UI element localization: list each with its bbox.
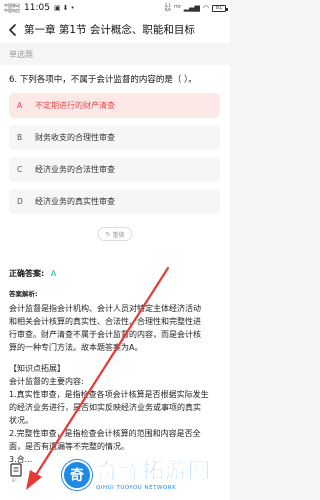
download-icon: ⬇	[62, 4, 69, 12]
question-card: 6. 下列各项中，不属于会计监督的内容的是（ ）。 A 不定期进行的财产清查 B…	[0, 65, 230, 265]
watermark: 奇 奇辉拓游网 QIHUI TUOYOU NETWORK	[62, 452, 230, 498]
analysis-line: 状况。	[9, 416, 33, 425]
analysis-gap	[9, 354, 219, 362]
page-title: 第一章 第1节 会计概念、职能和目标	[24, 24, 195, 36]
battery-icon: 81	[212, 4, 228, 12]
answer-sheet-label: 8/...	[11, 479, 21, 484]
answer-sheet-button[interactable]: 8/...	[8, 463, 24, 493]
watermark-text: 奇辉拓游网 QIHUI TUOYOU NETWORK	[96, 459, 211, 491]
answer-sheet-icon	[10, 463, 22, 477]
redo-label: 重做	[112, 231, 125, 239]
option-letter: D	[17, 197, 23, 206]
analysis-line: 会计监督的主要内容:	[9, 377, 84, 386]
analysis-line: 1.真实性审查，是指检查各项会计核算是否根据实际发生	[9, 390, 209, 399]
correct-answer: 正确答案: A	[9, 268, 56, 279]
option-c[interactable]: C 经济业务的合法性审查	[9, 157, 220, 182]
notification-icons: ▣ ⬇ •	[54, 4, 75, 12]
question-type-label: 单选题	[9, 50, 33, 59]
analysis-line: 行审查。财产清查不属于会计监督的内容，而是会计核	[9, 330, 201, 339]
question-text: 6. 下列各项中，不属于会计监督的内容的是（ ）。	[9, 75, 197, 85]
back-arrow-icon[interactable]	[6, 23, 20, 37]
analysis-line: 会计监督是指会计机构、会计人员对特定主体经济活动	[9, 304, 201, 313]
option-text: 经济业务的真实性审查	[35, 197, 115, 206]
analysis-line: 的经济业务进行，是否如实反映经济业务或事项的真实	[9, 403, 201, 412]
analysis-line: 【知识点拓展】	[9, 364, 65, 373]
option-b[interactable]: B 财务收支的合理性审查	[9, 125, 220, 150]
analysis-line: 算的一种专门方法。故本题答案为A。	[9, 343, 143, 352]
carrier-line-2: 中国电信	[4, 8, 20, 13]
analysis-text: 会计监督是指会计机构、会计人员对特定主体经济活动 和相关会计核算的真实性、合法性…	[9, 302, 219, 466]
clock: 11:05	[24, 3, 50, 13]
image-icon: ▣	[53, 4, 61, 12]
watermark-name: 奇辉拓游网	[96, 459, 212, 485]
option-text: 不定期进行的财产清查	[35, 101, 115, 110]
net-speed-unit: K/s	[164, 7, 172, 12]
analysis-line: 和相关会计核算的真实性、合法性、合理性和完整性进	[9, 317, 201, 326]
redo-button[interactable]: ↻ 重做	[97, 227, 133, 241]
battery-level: 81	[215, 5, 223, 11]
status-bar: 中国移动 中国电信 11:05 ▣ ⬇ • 3.1 K/s ᴴᴰ ▂▄▆ ◠ 8…	[0, 0, 230, 16]
analysis-label: 答案解析:	[9, 290, 38, 298]
option-letter: C	[17, 165, 23, 174]
hd-icon: ᴴᴰ	[174, 4, 181, 12]
correct-answer-value: A	[50, 269, 57, 278]
option-text: 财务收支的合理性审查	[35, 133, 115, 142]
option-text: 经济业务的合法性审查	[35, 165, 115, 174]
analysis-line: 2.完整性审查，是指检查会计核算的范围和内容是否全	[9, 429, 201, 438]
carrier-label: 中国移动 中国电信	[4, 3, 22, 13]
option-a[interactable]: A 不定期进行的财产清查	[9, 93, 220, 118]
option-letter: A	[17, 101, 23, 110]
correct-answer-label: 正确答案:	[9, 269, 45, 278]
status-right: 3.1 K/s ᴴᴰ ▂▄▆ ◠ 81	[165, 4, 228, 12]
title-bar: 第一章 第1节 会计概念、职能和目标	[0, 16, 230, 43]
redo-icon: ↻	[105, 230, 111, 238]
net-speed: 3.1 K/s	[165, 4, 171, 12]
watermark-subtitle: QIHUI TUOYOU NETWORK	[96, 485, 177, 491]
more-icon: •	[70, 4, 75, 12]
signal-icon: ▂▄▆	[183, 4, 200, 12]
option-letter: B	[17, 133, 23, 142]
watermark-logo: 奇	[62, 460, 92, 490]
wifi-icon: ◠	[202, 4, 209, 12]
option-d[interactable]: D 经济业务的真实性审查	[9, 189, 220, 214]
